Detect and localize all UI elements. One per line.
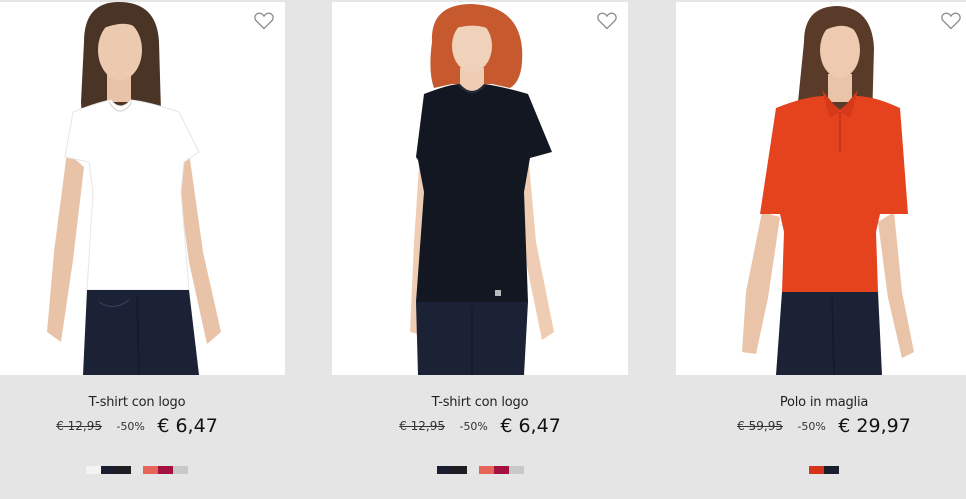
product-info: Polo in maglia € 59,95 -50% € 29,97	[676, 375, 966, 499]
product-info: T-shirt con logo € 12,95 -50% € 6,47	[0, 375, 285, 499]
price-row: € 59,95 -50% € 29,97	[676, 415, 966, 437]
wishlist-heart-icon[interactable]	[941, 12, 961, 30]
color-swatches	[676, 466, 966, 474]
color-swatch[interactable]	[101, 466, 116, 474]
product-grid: T-shirt con logo € 12,95 -50% € 6,47 T-s…	[0, 0, 966, 499]
product-image[interactable]	[676, 2, 966, 375]
sale-price: € 6,47	[157, 415, 218, 437]
color-swatch[interactable]	[436, 466, 452, 474]
product-title[interactable]: Polo in maglia	[676, 395, 966, 410]
color-swatch[interactable]	[478, 466, 494, 474]
product-card[interactable]: T-shirt con logo € 12,95 -50% € 6,47	[332, 2, 628, 499]
color-swatches	[332, 466, 628, 474]
product-card[interactable]: T-shirt con logo € 12,95 -50% € 6,47	[0, 2, 285, 499]
swatch-group	[86, 466, 131, 474]
discount-badge: -50%	[116, 419, 145, 433]
color-swatches	[0, 466, 285, 474]
discount-badge: -50%	[797, 419, 826, 433]
sale-price: € 29,97	[838, 415, 911, 437]
product-title[interactable]: T-shirt con logo	[0, 395, 285, 410]
color-swatch[interactable]	[451, 466, 467, 474]
model-photo	[47, 2, 221, 375]
swatch-group	[478, 466, 524, 474]
discount-badge: -50%	[459, 419, 488, 433]
wishlist-heart-icon[interactable]	[597, 12, 617, 30]
swatch-group	[143, 466, 188, 474]
product-image[interactable]	[332, 2, 628, 375]
old-price: € 59,95	[737, 419, 783, 433]
color-swatch[interactable]	[173, 466, 188, 474]
old-price: € 12,95	[399, 419, 446, 433]
product-image[interactable]	[0, 2, 285, 375]
product-info: T-shirt con logo € 12,95 -50% € 6,47	[332, 375, 628, 499]
model-photo	[410, 4, 554, 375]
price-row: € 12,95 -50% € 6,47	[0, 415, 285, 437]
model-photo	[742, 6, 914, 375]
product-title[interactable]: T-shirt con logo	[332, 395, 628, 410]
price-row: € 12,95 -50% € 6,47	[332, 415, 628, 437]
color-swatch[interactable]	[143, 466, 158, 474]
old-price: € 12,95	[56, 419, 103, 433]
color-swatch[interactable]	[116, 466, 131, 474]
color-swatch[interactable]	[809, 466, 824, 474]
color-swatch[interactable]	[824, 466, 839, 474]
color-swatch[interactable]	[493, 466, 509, 474]
swatch-group	[809, 466, 839, 474]
color-swatch[interactable]	[508, 466, 524, 474]
swatch-group	[436, 466, 467, 474]
sale-price: € 6,47	[500, 415, 561, 437]
product-card[interactable]: Polo in maglia € 59,95 -50% € 29,97	[676, 2, 966, 499]
wishlist-heart-icon[interactable]	[254, 12, 274, 30]
color-swatch[interactable]	[158, 466, 173, 474]
color-swatch[interactable]	[86, 466, 101, 474]
